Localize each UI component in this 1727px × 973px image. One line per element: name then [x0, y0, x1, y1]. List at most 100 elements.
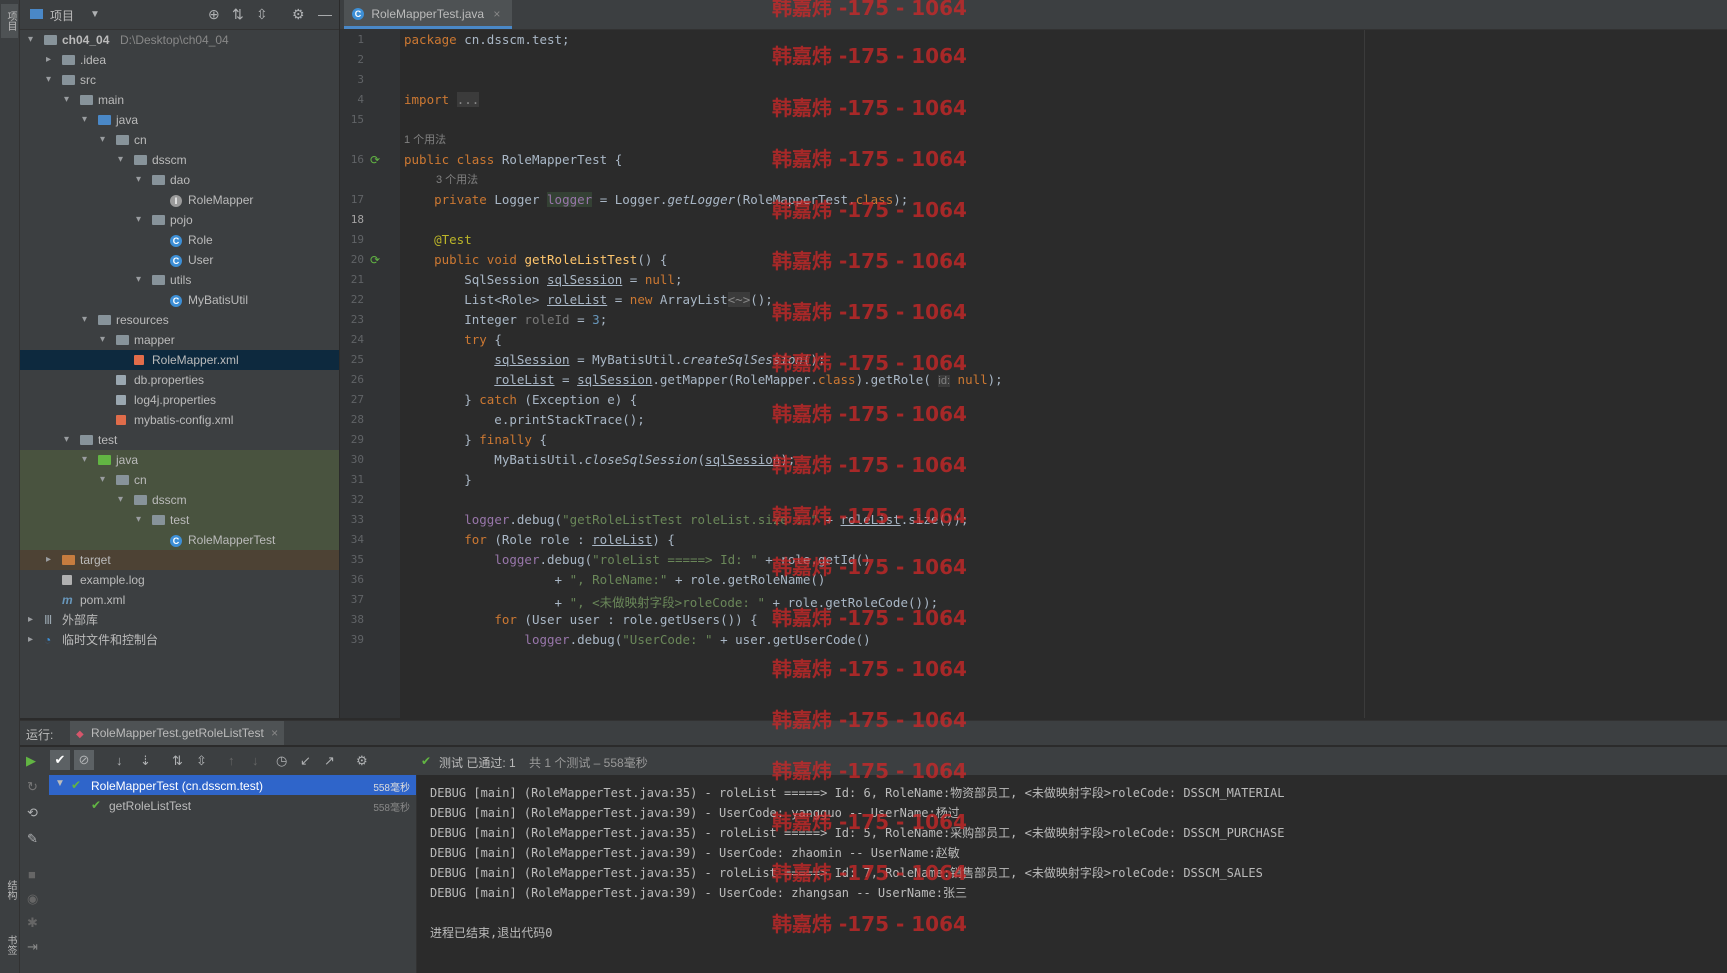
- expand-all-icon[interactable]: ⇅: [232, 6, 244, 23]
- camera-icon[interactable]: ◉: [27, 891, 38, 907]
- import-icon[interactable]: ↙: [300, 753, 311, 769]
- tree-item[interactable]: ▾ utils: [20, 270, 339, 290]
- tree-item[interactable]: RoleMapper.xml: [20, 350, 339, 370]
- sort-alpha-icon[interactable]: ↓: [116, 753, 123, 768]
- wrench-icon[interactable]: ✎: [27, 831, 38, 847]
- tree-item[interactable]: ▾ mapper: [20, 330, 339, 350]
- chevron-down-icon[interactable]: ▾: [100, 130, 110, 150]
- tree-item[interactable]: log4j.properties: [20, 390, 339, 410]
- tree-item[interactable]: ▾ test: [20, 510, 339, 530]
- test-suite-name[interactable]: RoleMapperTest (cn.dsscm.test): [91, 779, 263, 793]
- tree-item-label: target: [80, 553, 111, 567]
- tree-item[interactable]: ▸ ◔ 临时文件和控制台: [20, 630, 339, 650]
- project-tool-tab[interactable]: 项目: [1, 4, 18, 38]
- tree-item[interactable]: ▾ main: [20, 90, 339, 110]
- usage-hint[interactable]: 1 个用法: [404, 131, 446, 147]
- show-passed-icon[interactable]: ✔: [50, 750, 70, 770]
- tree-item[interactable]: ▾ ch04_04 D:\Desktop\ch04_04: [20, 30, 339, 50]
- sort-duration-icon[interactable]: ⇣: [140, 753, 151, 769]
- tree-item[interactable]: ▾ cn: [20, 130, 339, 150]
- tree-item[interactable]: I RoleMapper: [20, 190, 339, 210]
- collapse-all-icon[interactable]: ⇳: [196, 753, 207, 769]
- chevron-right-icon[interactable]: ▸: [28, 610, 38, 630]
- chevron-down-icon[interactable]: ▾: [28, 30, 38, 50]
- chevron-down-icon[interactable]: ▾: [82, 110, 92, 130]
- chevron-down-icon[interactable]: ▾: [82, 310, 92, 330]
- usage-hint[interactable]: 3 个用法: [436, 171, 478, 187]
- run-test-gutter-icon[interactable]: ⟳: [370, 153, 380, 167]
- tree-item[interactable]: db.properties: [20, 370, 339, 390]
- toggle-autotest-icon[interactable]: ⟲: [27, 805, 38, 821]
- rerun-icon[interactable]: ▶: [26, 753, 36, 769]
- chevron-down-icon[interactable]: ▾: [64, 90, 74, 110]
- chevron-down-icon[interactable]: ▾: [118, 150, 128, 170]
- structure-tool-tab[interactable]: 结构: [1, 870, 18, 910]
- test-status-detail: 共 1 个测试 – 558毫秒: [529, 756, 648, 770]
- chevron-down-icon[interactable]: ▾: [118, 490, 128, 510]
- run-test-gutter-icon[interactable]: ⟳: [370, 253, 380, 267]
- code-editor[interactable]: package cn.dsscm.test; import ... 1 个用法 …: [400, 30, 1727, 718]
- expand-all-icon[interactable]: ⇅: [172, 753, 183, 769]
- next-failed-icon[interactable]: ↓: [252, 753, 259, 768]
- tree-item-label: .idea: [80, 53, 107, 67]
- chevron-down-icon[interactable]: ▾: [64, 430, 74, 450]
- chevron-down-icon[interactable]: ▾: [46, 70, 56, 90]
- chevron-down-icon[interactable]: ▾: [100, 470, 110, 490]
- close-icon[interactable]: ×: [271, 726, 278, 740]
- chevron-down-icon[interactable]: ▼: [90, 9, 100, 20]
- chevron-right-icon[interactable]: ▸: [46, 550, 56, 570]
- tree-item[interactable]: C Role: [20, 230, 339, 250]
- tree-item[interactable]: ▾ test: [20, 430, 339, 450]
- console-output[interactable]: DEBUG [main] (RoleMapperTest.java:35) - …: [417, 775, 1727, 973]
- tree-item[interactable]: C RoleMapperTest: [20, 530, 339, 550]
- locate-icon[interactable]: ⊕: [208, 6, 220, 23]
- chevron-down-icon[interactable]: ▾: [136, 210, 146, 230]
- chevron-down-icon[interactable]: ▼: [55, 778, 65, 789]
- tree-item[interactable]: ▾ cn: [20, 470, 339, 490]
- tree-item[interactable]: m pom.xml: [20, 590, 339, 610]
- tree-item[interactable]: ▾ resources: [20, 310, 339, 330]
- stop-icon[interactable]: ■: [28, 867, 36, 882]
- collapse-all-icon[interactable]: ⇳: [256, 6, 268, 23]
- gear-icon[interactable]: ⚙: [356, 753, 368, 769]
- minimize-icon[interactable]: —: [318, 6, 332, 22]
- show-ignored-icon[interactable]: ⊘: [74, 750, 94, 770]
- run-config-tab[interactable]: ◆ RoleMapperTest.getRoleListTest ×: [70, 721, 285, 745]
- tree-item[interactable]: ▾ dsscm: [20, 490, 339, 510]
- chevron-right-icon[interactable]: ▸: [46, 50, 56, 70]
- history-icon[interactable]: ◷: [276, 753, 287, 769]
- prev-failed-icon[interactable]: ↑: [228, 753, 235, 768]
- chevron-down-icon[interactable]: ▾: [100, 330, 110, 350]
- tree-item[interactable]: ▸ Ⅲ 外部库: [20, 610, 339, 630]
- tree-item[interactable]: ▾ dsscm: [20, 150, 339, 170]
- project-panel-title[interactable]: 项目: [50, 7, 74, 24]
- chevron-down-icon[interactable]: ▾: [136, 270, 146, 290]
- chevron-down-icon[interactable]: ▾: [82, 450, 92, 470]
- tree-item[interactable]: C User: [20, 250, 339, 270]
- line-number: 30: [350, 453, 364, 466]
- tree-item[interactable]: ▾ dao: [20, 170, 339, 190]
- xml-file-icon: [116, 410, 130, 430]
- gear-icon[interactable]: ⚙: [292, 6, 305, 23]
- tree-item-label: Role: [188, 233, 213, 247]
- tree-item[interactable]: C MyBatisUtil: [20, 290, 339, 310]
- tab-rolemappertest-java[interactable]: C RoleMapperTest.java ×: [344, 0, 513, 29]
- export-icon[interactable]: ↗: [324, 753, 335, 769]
- exit-icon[interactable]: ⇥: [27, 939, 38, 955]
- chevron-right-icon[interactable]: ▸: [28, 630, 38, 650]
- tree-item[interactable]: mybatis-config.xml: [20, 410, 339, 430]
- chevron-down-icon[interactable]: ▾: [136, 510, 146, 530]
- tree-item[interactable]: example.log: [20, 570, 339, 590]
- tree-item[interactable]: ▾ pojo: [20, 210, 339, 230]
- rerun-failed-icon[interactable]: ↻: [27, 779, 38, 795]
- tree-item[interactable]: ▸ .idea: [20, 50, 339, 70]
- test-method-name[interactable]: getRoleListTest: [109, 799, 191, 813]
- chevron-down-icon[interactable]: ▾: [136, 170, 146, 190]
- tree-item[interactable]: ▾ src: [20, 70, 339, 90]
- tree-item[interactable]: ▾ java: [20, 110, 339, 130]
- tree-item[interactable]: ▸ target: [20, 550, 339, 570]
- tree-item[interactable]: ▾ java: [20, 450, 339, 470]
- close-icon[interactable]: ×: [493, 7, 500, 21]
- debug-icon[interactable]: ✱: [27, 915, 38, 931]
- bookmarks-tool-tab[interactable]: 书签: [1, 925, 18, 965]
